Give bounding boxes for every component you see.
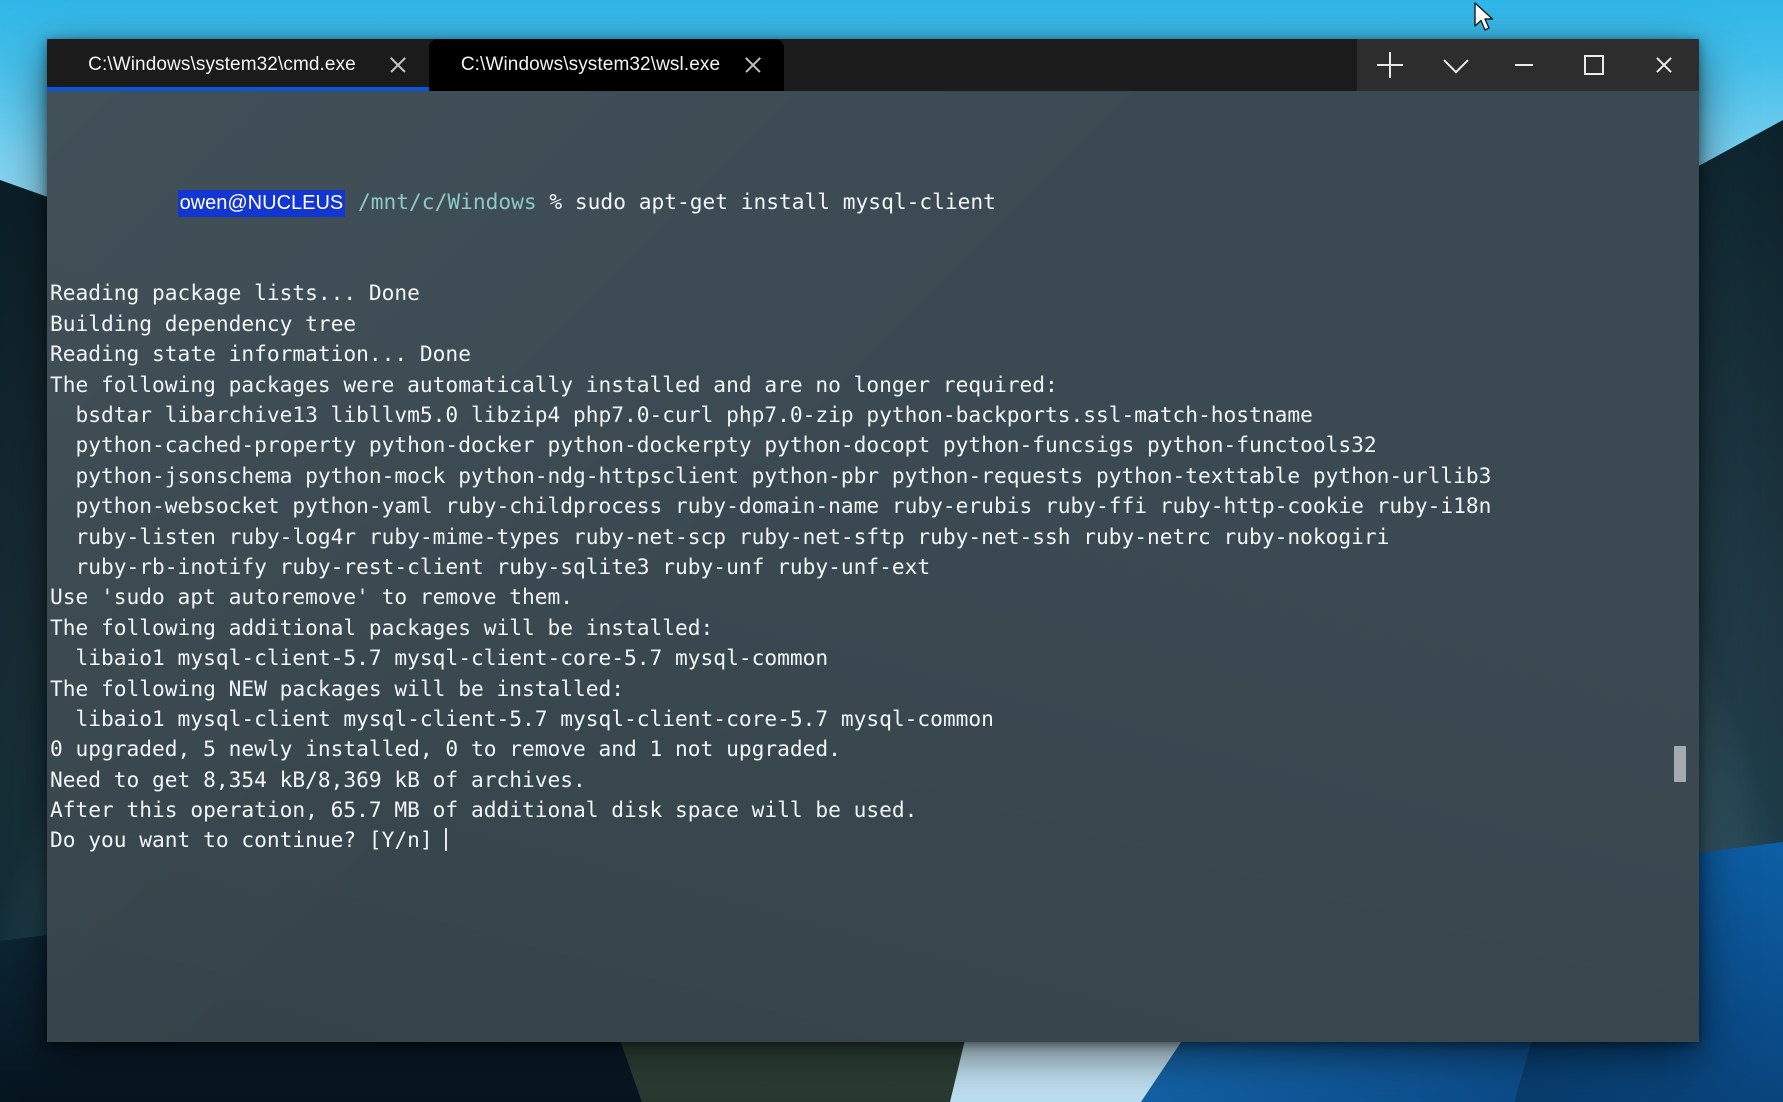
terminal-output[interactable]: owen@NUCLEUS /mnt/c/Windows % sudo apt-g… bbox=[47, 91, 1699, 856]
close-window-button[interactable] bbox=[1629, 39, 1699, 91]
tab-cmd[interactable]: C:\Windows\system32\cmd.exe bbox=[47, 39, 429, 91]
terminal-line: Use 'sudo apt autoremove' to remove them… bbox=[50, 584, 573, 610]
plus-icon bbox=[1377, 52, 1403, 78]
terminal-line: python-cached-property python-docker pyt… bbox=[50, 432, 1377, 458]
prompt-user-host: owen@NUCLEUS bbox=[177, 190, 346, 218]
terminal-line: ruby-listen ruby-log4r ruby-mime-types r… bbox=[50, 523, 1390, 549]
close-icon[interactable] bbox=[387, 54, 409, 76]
terminal-line: libaio1 mysql-client mysql-client-5.7 my… bbox=[50, 705, 994, 731]
minimize-button[interactable] bbox=[1489, 39, 1559, 91]
terminal-line: libaio1 mysql-client-5.7 mysql-client-co… bbox=[50, 645, 829, 671]
close-icon bbox=[1654, 55, 1674, 75]
terminal-line: Do you want to continue? [Y/n] bbox=[50, 827, 448, 853]
text-cursor bbox=[445, 828, 448, 852]
maximize-icon bbox=[1584, 55, 1604, 75]
tab-strip: C:\Windows\system32\cmd.exe C:\Windows\s… bbox=[47, 39, 784, 91]
terminal-line: After this operation, 65.7 MB of additio… bbox=[50, 797, 918, 823]
scrollbar-thumb[interactable] bbox=[1674, 746, 1686, 782]
screen: C:\Windows\system32\cmd.exe C:\Windows\s… bbox=[0, 0, 1783, 1102]
tab-wsl[interactable]: C:\Windows\system32\wsl.exe bbox=[429, 39, 784, 91]
window-controls bbox=[1489, 39, 1699, 91]
prompt-command: sudo apt-get install mysql-client bbox=[574, 189, 996, 215]
terminal-line: ruby-rb-inotify ruby-rest-client ruby-sq… bbox=[50, 553, 931, 579]
terminal-line: The following packages were automaticall… bbox=[50, 371, 1058, 397]
minimize-icon bbox=[1515, 64, 1533, 66]
prompt-path: /mnt/c/Windows bbox=[358, 189, 537, 215]
terminal-line: Building dependency tree bbox=[50, 310, 357, 336]
tab-wsl-label: C:\Windows\system32\wsl.exe bbox=[460, 54, 721, 75]
terminal-line: Need to get 8,354 kB/8,369 kB of archive… bbox=[50, 766, 586, 792]
title-bar[interactable]: C:\Windows\system32\cmd.exe C:\Windows\s… bbox=[47, 39, 1699, 91]
new-tab-button[interactable] bbox=[1357, 39, 1423, 91]
terminal-line: The following additional packages will b… bbox=[50, 614, 714, 640]
maximize-button[interactable] bbox=[1559, 39, 1629, 91]
terminal-prompt-line: owen@NUCLEUS /mnt/c/Windows % sudo apt-g… bbox=[47, 157, 1699, 218]
terminal-body[interactable]: owen@NUCLEUS /mnt/c/Windows % sudo apt-g… bbox=[47, 91, 1699, 1042]
tab-dropdown-button[interactable] bbox=[1423, 39, 1489, 91]
terminal-window: C:\Windows\system32\cmd.exe C:\Windows\s… bbox=[47, 39, 1699, 1042]
terminal-line: Reading state information... Done bbox=[50, 341, 471, 367]
close-icon[interactable] bbox=[742, 54, 764, 76]
terminal-line: 0 upgraded, 5 newly installed, 0 to remo… bbox=[50, 736, 841, 762]
terminal-line: python-jsonschema python-mock python-ndg… bbox=[50, 462, 1492, 488]
prompt-symbol: % bbox=[549, 189, 563, 215]
terminal-line: The following NEW packages will be insta… bbox=[50, 675, 625, 701]
terminal-line: python-websocket python-yaml ruby-childp… bbox=[50, 493, 1492, 519]
terminal-line: Reading package lists... Done bbox=[50, 280, 420, 306]
tab-bar-empty-area bbox=[784, 39, 1357, 91]
title-bar-actions bbox=[1357, 39, 1489, 91]
chevron-down-icon bbox=[1443, 48, 1469, 74]
terminal-line: bsdtar libarchive13 libllvm5.0 libzip4 p… bbox=[50, 401, 1313, 427]
tab-cmd-label: C:\Windows\system32\cmd.exe bbox=[88, 54, 356, 75]
